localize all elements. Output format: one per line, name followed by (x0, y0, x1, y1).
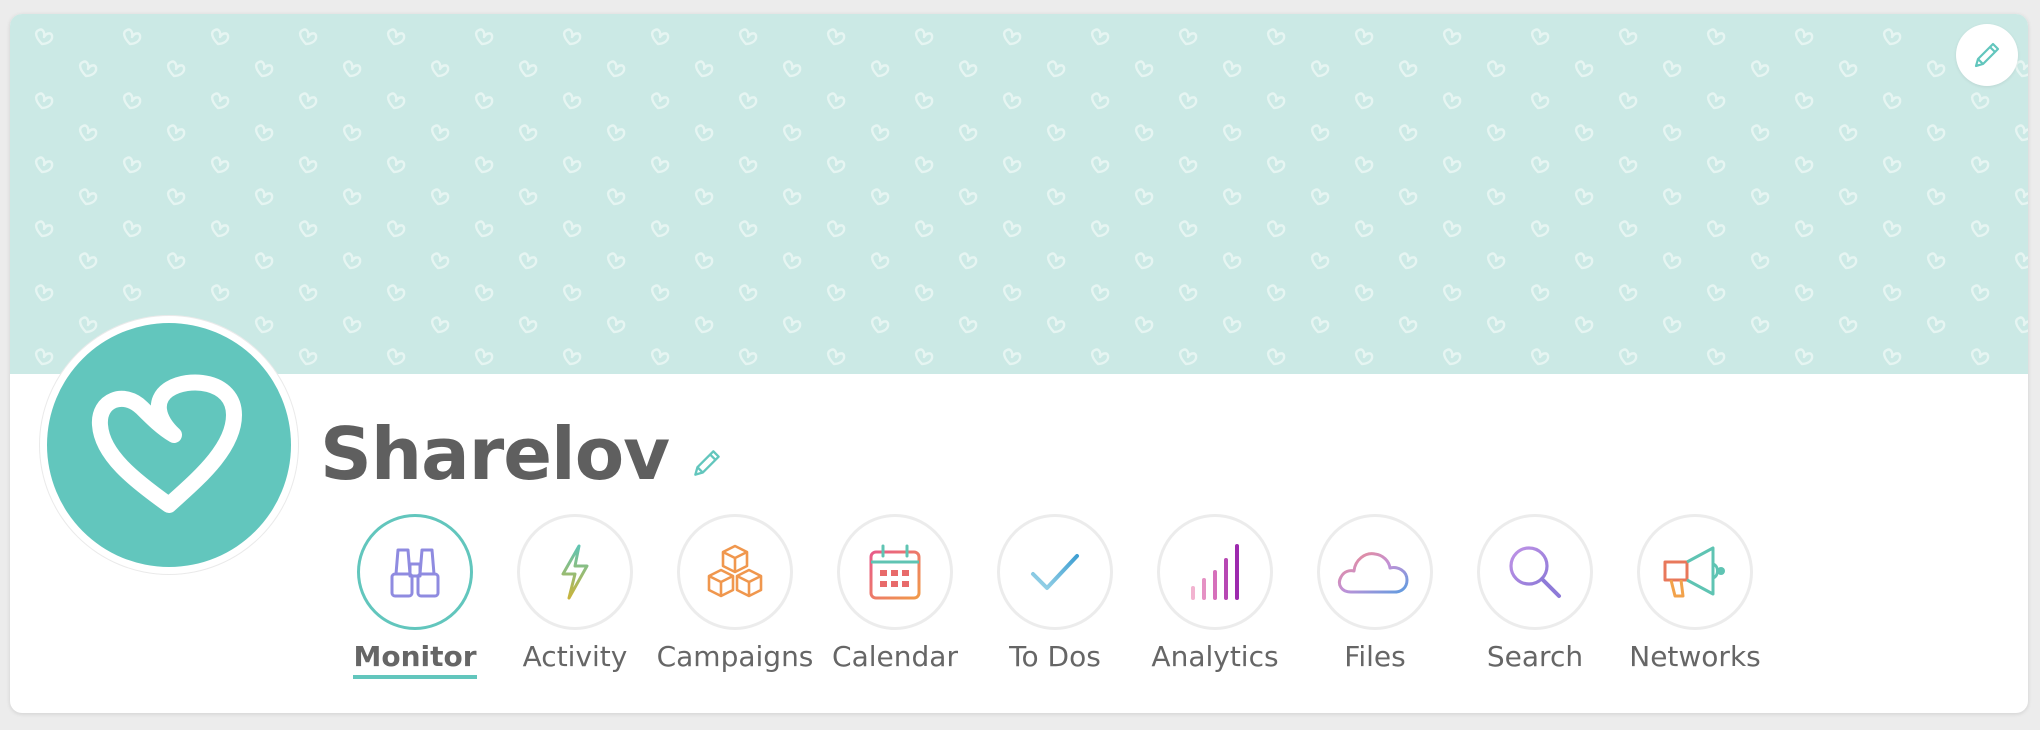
edit-banner-button[interactable] (1956, 24, 2018, 86)
avatar[interactable] (40, 316, 298, 574)
magnifier-icon (1509, 546, 1561, 598)
bar-chart-icon (1191, 544, 1239, 600)
profile-header: Sharelov (320, 409, 725, 499)
nav-label: Search (1486, 640, 1584, 673)
lightning-bolt-icon (561, 544, 589, 600)
megaphone-icon (1663, 546, 1725, 598)
nav-item-networks[interactable]: Networks (1615, 514, 1775, 704)
binoculars-icon (390, 548, 440, 598)
cover-banner (10, 14, 2028, 374)
profile-card: Sharelov Monitor Activity Campaigns Cale… (10, 14, 2028, 713)
avatar-circle (47, 323, 291, 567)
nav-icon-circle (837, 514, 953, 630)
nav-item-monitor[interactable]: Monitor (335, 514, 495, 704)
pencil-icon (694, 450, 720, 476)
nav-item-activity[interactable]: Activity (495, 514, 655, 704)
nav-icon-circle (357, 514, 473, 630)
nav-item-files[interactable]: Files (1295, 514, 1455, 704)
nav-icon-circle (677, 514, 793, 630)
checkmark-icon (1031, 554, 1079, 590)
nav-icon-circle (517, 514, 633, 630)
nav-item-analytics[interactable]: Analytics (1135, 514, 1295, 704)
pencil-icon (1974, 42, 2000, 68)
nav-icon-circle (997, 514, 1113, 630)
nav-label: Activity (522, 640, 628, 673)
nav-label: Files (1344, 640, 1406, 673)
nav-item-search[interactable]: Search (1455, 514, 1615, 704)
heart-pattern (10, 14, 2028, 374)
section-nav: Monitor Activity Campaigns Calendar To D… (335, 514, 1775, 704)
nav-label: Networks (1629, 640, 1761, 673)
nav-item-campaigns[interactable]: Campaigns (655, 514, 815, 704)
nav-icon-circle (1637, 514, 1753, 630)
nav-label: Calendar (832, 640, 958, 673)
boxes-icon (707, 544, 763, 598)
edit-name-button[interactable] (689, 445, 725, 485)
nav-item-to-dos[interactable]: To Dos (975, 514, 1135, 704)
page-title: Sharelov (320, 412, 670, 496)
nav-label: To Dos (1009, 640, 1101, 673)
heart-logo-icon (92, 374, 242, 513)
nav-label: Monitor (353, 640, 477, 679)
nav-label: Analytics (1151, 640, 1279, 673)
calendar-icon (869, 544, 921, 600)
nav-label: Campaigns (656, 640, 814, 673)
nav-icon-circle (1477, 514, 1593, 630)
nav-icon-circle (1157, 514, 1273, 630)
cloud-icon (1337, 552, 1409, 594)
nav-item-calendar[interactable]: Calendar (815, 514, 975, 704)
nav-icon-circle (1317, 514, 1433, 630)
